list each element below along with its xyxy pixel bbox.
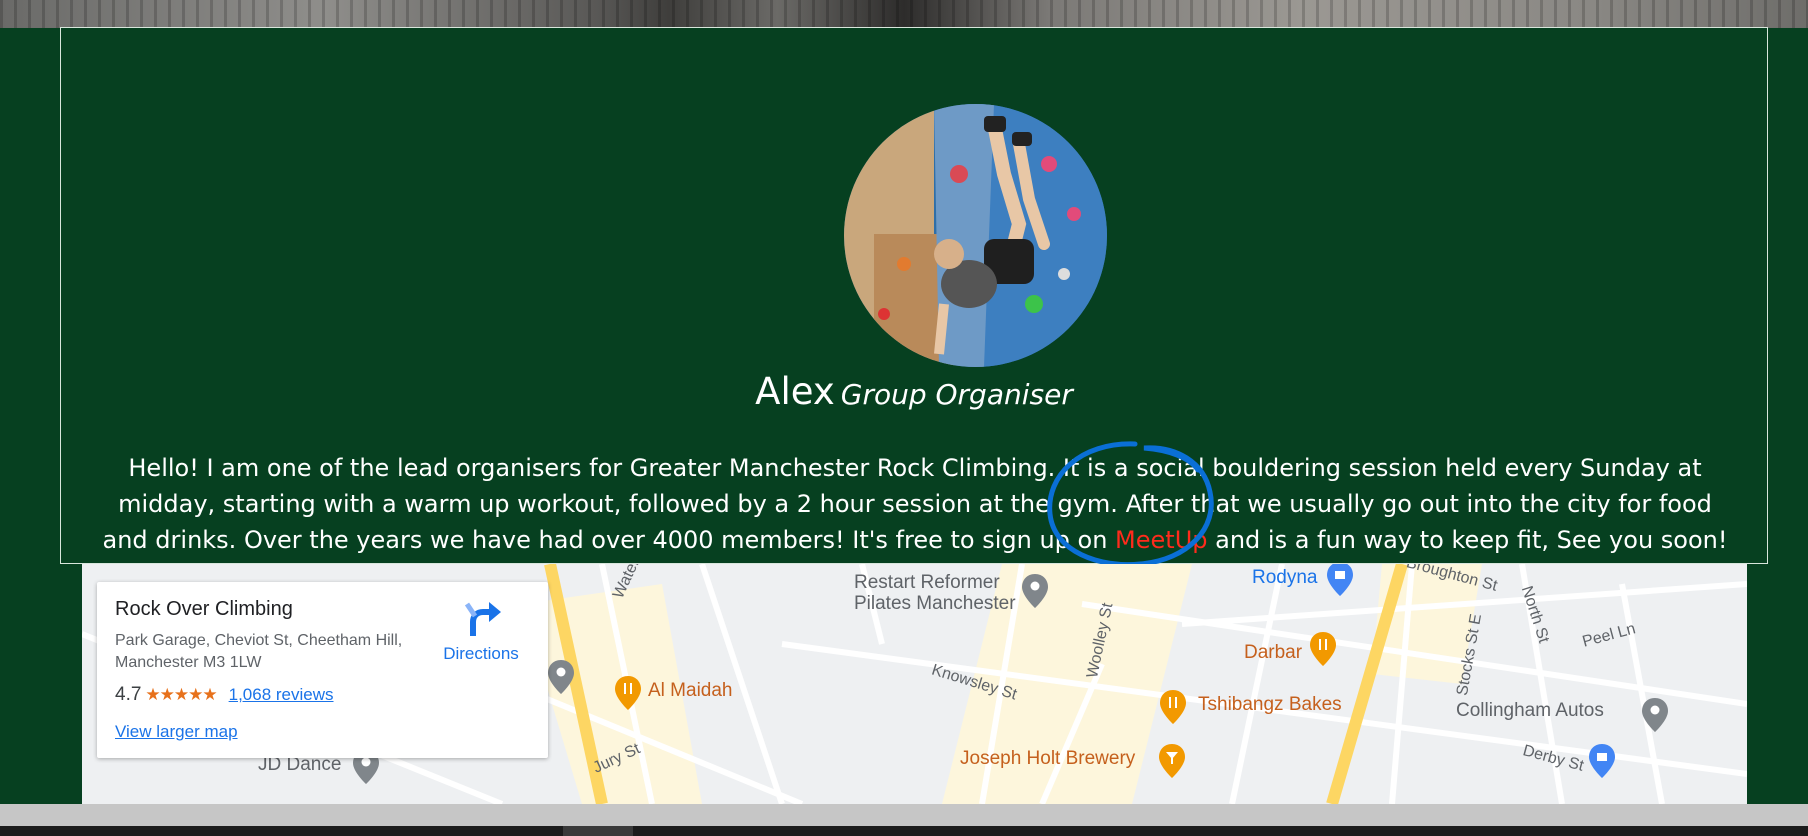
- reviews-link[interactable]: 1,068 reviews: [229, 685, 334, 704]
- place-rating-row: 4.7 ★★★★★ 1,068 reviews: [115, 684, 334, 706]
- shopping-pin-icon: [1327, 564, 1353, 596]
- place-address: Park Garage, Cheviot St, Cheetham Hill, …: [115, 632, 403, 671]
- poi-darbar[interactable]: Darbar: [1244, 642, 1302, 664]
- poi-restart-reformer-line1: Restart Reformer: [854, 572, 1000, 593]
- poi-restart-reformer[interactable]: Restart Reformer Pilates Manchester: [854, 572, 1016, 614]
- directions-icon: [464, 602, 501, 636]
- horizontal-scrollbar[interactable]: [0, 804, 1808, 826]
- organiser-profile-card: Alex Group Organiser Hello! I am one of t…: [60, 27, 1768, 564]
- organiser-heading: Alex Group Organiser: [61, 370, 1767, 413]
- poi-restart-reformer-line2: Pilates Manchester: [854, 593, 1016, 614]
- bar-pin-icon: [1159, 744, 1185, 778]
- poi-collingham[interactable]: Collingham Autos: [1456, 700, 1604, 722]
- restaurant-pin-icon: [615, 676, 641, 710]
- poi-tshibangz[interactable]: Tshibangz Bakes: [1198, 694, 1342, 716]
- directions-label: Directions: [443, 644, 519, 663]
- climbing-photo: [844, 104, 1107, 367]
- poi-rodyna[interactable]: Rodyna: [1252, 567, 1318, 589]
- meetup-link[interactable]: MeetUp: [1115, 526, 1207, 554]
- map-pin-icon: [548, 660, 574, 694]
- map-pin-icon: [1022, 574, 1048, 608]
- organiser-avatar: [844, 104, 1107, 367]
- organiser-role: Group Organiser: [840, 378, 1073, 411]
- taskbar: [0, 826, 1808, 836]
- directions-button[interactable]: Directions: [431, 600, 531, 664]
- poi-al-maidah[interactable]: Al Maidah: [648, 680, 733, 702]
- place-name: Rock Over Climbing: [115, 598, 293, 620]
- bio-text-end: and is a fun way to keep fit, See you so…: [1207, 526, 1728, 554]
- place-info-card: Rock Over Climbing Park Garage, Cheviot …: [97, 582, 548, 758]
- rating-stars-icon: ★★★★★: [145, 685, 217, 704]
- restaurant-pin-icon: [1310, 632, 1336, 666]
- organiser-bio: Hello! I am one of the lead organisers f…: [101, 450, 1729, 558]
- restaurant-pin-icon: [1160, 690, 1186, 724]
- map-pin-icon: [1642, 698, 1668, 732]
- organiser-name: Alex: [755, 370, 835, 413]
- view-larger-map-link[interactable]: View larger map: [115, 722, 238, 742]
- rating-value: 4.7: [115, 684, 142, 705]
- taskbar-item[interactable]: [563, 826, 633, 836]
- hero-photo-strip: [0, 0, 1808, 28]
- poi-joseph-holt[interactable]: Joseph Holt Brewery: [960, 748, 1135, 770]
- shopping-pin-icon: [1589, 744, 1615, 778]
